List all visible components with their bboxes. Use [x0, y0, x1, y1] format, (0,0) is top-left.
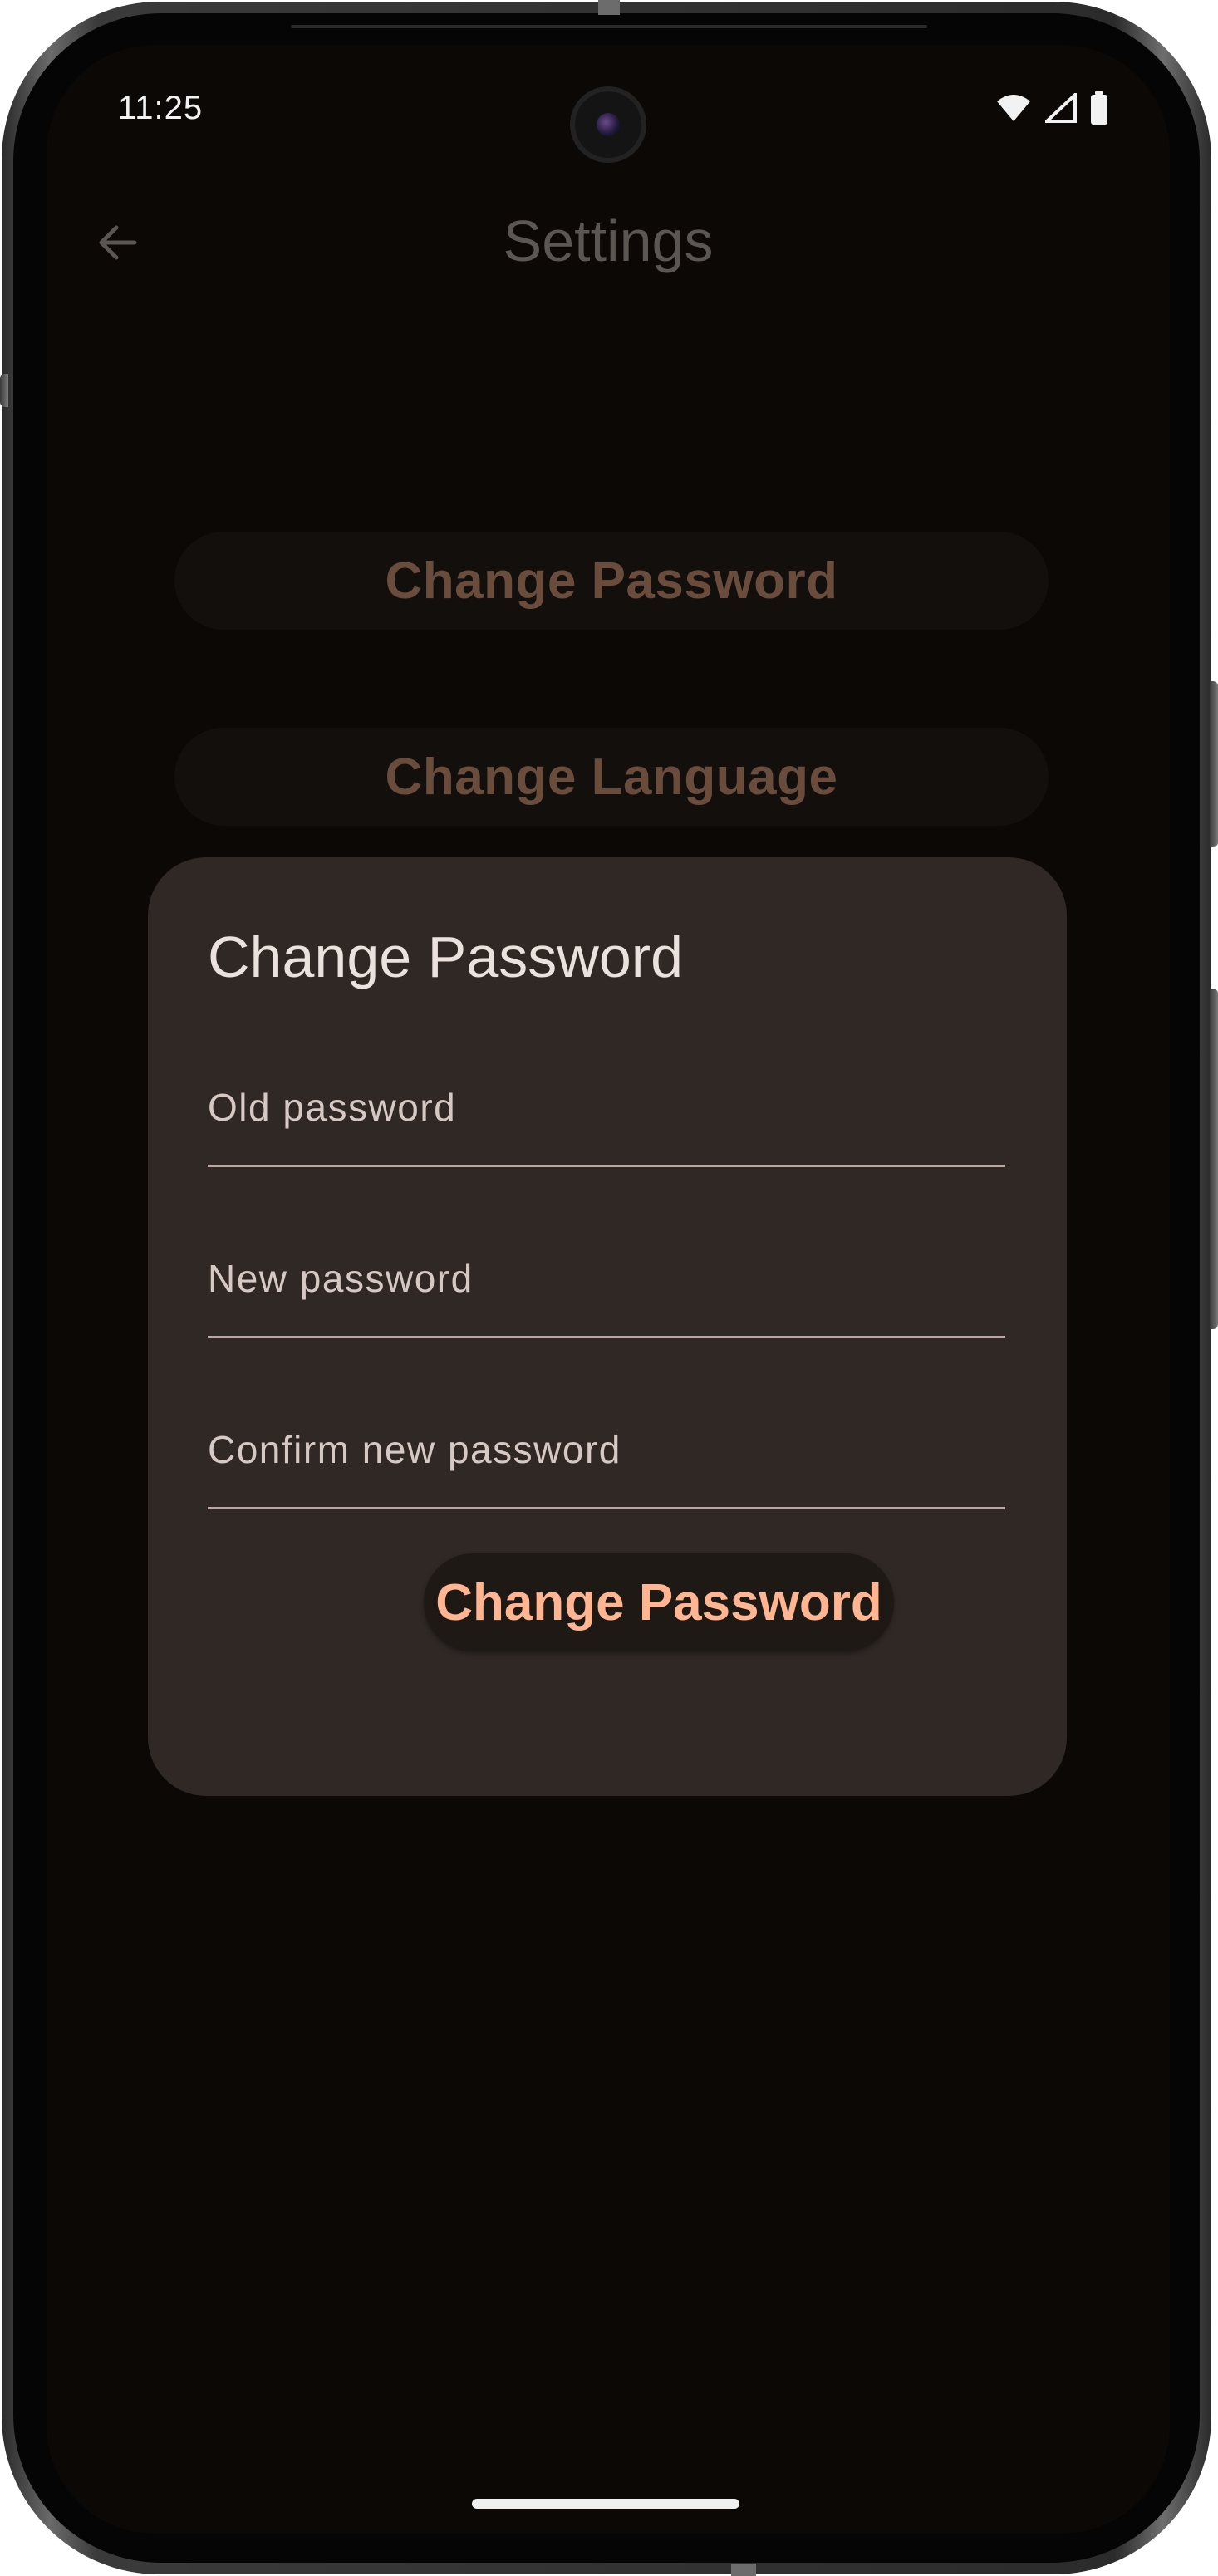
volume-button — [1210, 989, 1218, 1329]
new-password-label: New password — [208, 1257, 474, 1300]
bottom-edge-pin — [731, 2564, 756, 2576]
new-password-field[interactable]: New password — [208, 1236, 1005, 1338]
change-password-dialog: Change Password Old password New passwor… — [148, 857, 1067, 1796]
left-side-accent — [0, 374, 8, 407]
confirm-password-label: Confirm new password — [208, 1428, 621, 1471]
battery-icon — [1090, 91, 1108, 129]
old-password-label: Old password — [208, 1086, 457, 1129]
status-icons — [995, 91, 1108, 129]
dialog-title: Change Password — [208, 925, 683, 989]
top-edge-pin — [598, 0, 620, 15]
old-password-field[interactable]: Old password — [208, 1065, 1005, 1167]
front-camera — [570, 86, 646, 163]
home-indicator[interactable] — [472, 2499, 739, 2509]
page-title: Settings — [503, 209, 714, 273]
wifi-icon — [995, 93, 1032, 127]
confirm-password-field[interactable]: Confirm new password — [208, 1407, 1005, 1509]
power-button — [1210, 681, 1218, 847]
change-language-button: Change Language — [174, 728, 1049, 826]
screen: 11:25 Settings Change Password Change La… — [47, 45, 1170, 2534]
device-frame: 11:25 Settings Change Password Change La… — [0, 0, 1218, 2576]
status-time: 11:25 — [118, 90, 204, 126]
change-password-button: Change Password — [174, 532, 1049, 630]
submit-change-password-button[interactable]: Change Password — [424, 1553, 894, 1651]
cell-signal-icon — [1042, 91, 1077, 127]
top-edge-line — [291, 25, 927, 28]
